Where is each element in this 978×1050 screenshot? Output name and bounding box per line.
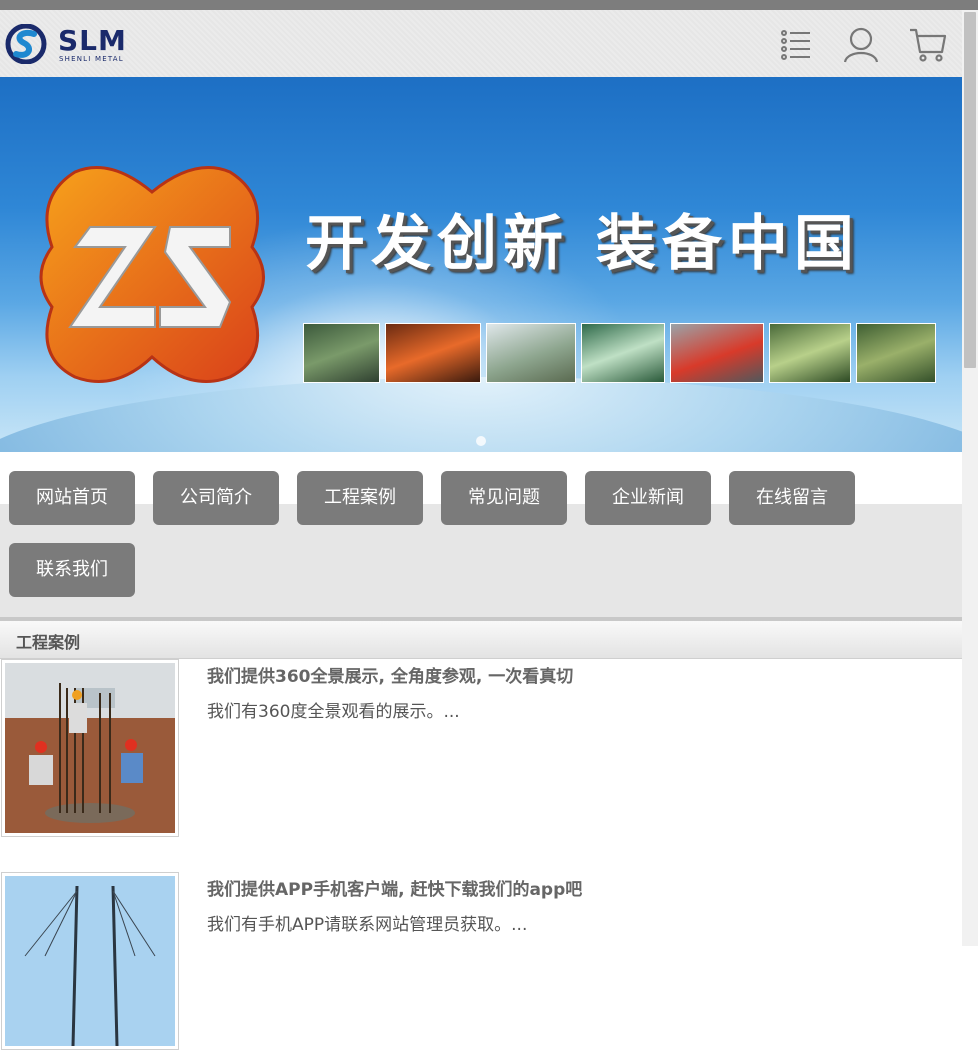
scrollbar-thumb[interactable] [964, 12, 976, 368]
bridge-photo [5, 876, 175, 1046]
site-logo[interactable]: SLM SHENLI METAL [4, 24, 136, 64]
section-header: 工程案例 [0, 621, 962, 659]
nav-about-button[interactable]: 公司简介 [153, 471, 279, 525]
banner-photo [385, 323, 481, 383]
case-description: 我们有360度全景观看的展示。... [207, 702, 460, 722]
banner-photo [769, 323, 851, 383]
browser-top-bar [0, 0, 978, 10]
banner-photo [486, 323, 576, 383]
site-header: SLM SHENLI METAL [0, 10, 962, 77]
user-icon[interactable] [841, 24, 881, 64]
case-description: 我们有手机APP请联系网站管理员获取。... [207, 915, 528, 935]
banner-photo-strip [303, 323, 936, 383]
logo-s-icon [5, 24, 47, 64]
case-thumbnail[interactable] [1, 659, 179, 837]
zs-logo-icon [39, 166, 265, 383]
page-scrollbar[interactable] [962, 10, 978, 946]
nav-contact-button[interactable]: 联系我们 [9, 543, 135, 597]
main-nav: 网站首页 公司简介 工程案例 常见问题 企业新闻 在线留言 联系我们 [0, 452, 962, 617]
banner-photo [303, 323, 380, 383]
banner-slogan: 开发创新 装备中国 [305, 209, 860, 279]
section-title: 工程案例 [16, 633, 81, 652]
hero-banner[interactable]: 开发创新 装备中国 [0, 77, 962, 452]
nav-cases-button[interactable]: 工程案例 [297, 471, 423, 525]
nav-news-button[interactable]: 企业新闻 [585, 471, 711, 525]
banner-photo [670, 323, 764, 383]
cart-icon[interactable] [908, 24, 948, 64]
banner-photo [856, 323, 936, 383]
logo-text: SLM [58, 24, 127, 57]
nav-home-button[interactable]: 网站首页 [9, 471, 135, 525]
case-item[interactable]: 我们提供360全景展示, 全角度参观, 一次看真切 我们有360度全景观看的展示… [0, 659, 962, 839]
case-thumbnail[interactable] [1, 872, 179, 1050]
menu-list-icon[interactable] [776, 24, 816, 64]
nav-faq-button[interactable]: 常见问题 [441, 471, 567, 525]
carousel-dot[interactable] [476, 436, 486, 446]
logo-subtitle: SHENLI METAL [59, 55, 124, 63]
case-title[interactable]: 我们提供360全景展示, 全角度参观, 一次看真切 [207, 662, 573, 687]
case-title[interactable]: 我们提供APP手机客户端, 赶快下载我们的app吧 [207, 875, 582, 900]
construction-photo [5, 663, 175, 833]
nav-message-button[interactable]: 在线留言 [729, 471, 855, 525]
banner-photo [581, 323, 665, 383]
case-item[interactable]: 我们提供APP手机客户端, 赶快下载我们的app吧 我们有手机APP请联系网站管… [0, 872, 962, 1050]
